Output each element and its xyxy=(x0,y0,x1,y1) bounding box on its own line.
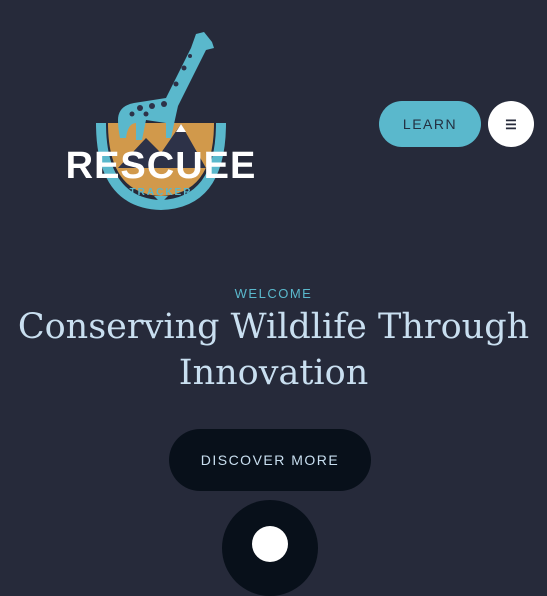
hero-eyebrow: WELCOME xyxy=(234,286,313,301)
scroll-down-button[interactable] xyxy=(222,500,318,596)
learn-button[interactable]: LEARN xyxy=(379,101,481,147)
site-logo[interactable]: RESCUEE TRACKER xyxy=(56,28,266,212)
logo-wordmark: RESCUEE xyxy=(66,145,257,187)
giraffe-logo-icon: RESCUEE TRACKER xyxy=(66,32,257,210)
hero-title: Conserving Wildlife Through Innovation xyxy=(17,307,530,393)
scroll-down-icon xyxy=(252,526,288,562)
menu-button[interactable]: ☰ xyxy=(488,101,534,147)
discover-more-button[interactable]: DISCOVER MORE xyxy=(169,429,371,491)
hamburger-menu-icon: ☰ xyxy=(505,116,517,132)
